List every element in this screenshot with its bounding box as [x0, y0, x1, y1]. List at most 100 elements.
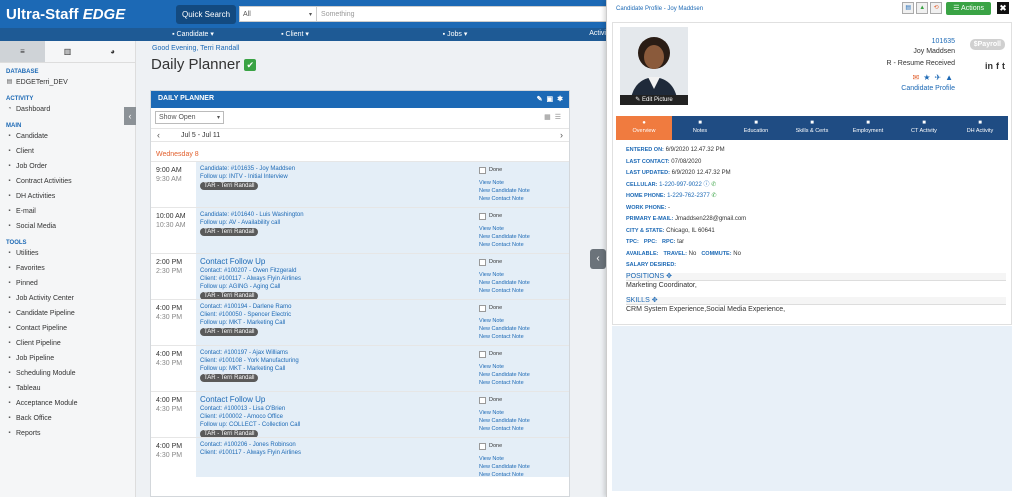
expand-icon[interactable]: ✥	[666, 273, 672, 280]
appointment-link[interactable]: MKT - Marketing Call	[229, 366, 285, 372]
view-note-link[interactable]: View Note	[479, 225, 530, 233]
search-scope-select[interactable]: All ▾	[239, 6, 318, 22]
sidebar-item-job-order[interactable]: ▪ Job Order	[0, 159, 135, 174]
actions-button[interactable]: ☰ Actions	[946, 2, 991, 15]
done-checkbox[interactable]: Done	[479, 166, 530, 174]
appointment-link[interactable]: AGING - Aging Call	[229, 284, 281, 290]
linkedin-icon[interactable]: in	[985, 61, 993, 71]
nav-candidate[interactable]: ▪ Candidate ▾	[138, 28, 248, 38]
thumbs-up-icon[interactable]: ▲	[916, 2, 929, 14]
nav-activity[interactable]: Activi	[575, 28, 606, 37]
done-checkbox[interactable]: Done	[479, 396, 530, 404]
sidebar-item-reports[interactable]: ▪ Reports	[0, 426, 135, 441]
appointment-link[interactable]: #101635 - Joy Maddsen	[231, 166, 295, 172]
appointment-link[interactable]: #100194 - Darlene Ramo	[224, 304, 291, 310]
twitter-icon[interactable]: t	[1002, 61, 1005, 71]
facebook-icon[interactable]: f	[996, 61, 999, 71]
appointment-link[interactable]: #100207 - Owen Fitzgerald	[224, 268, 296, 274]
payroll-badge[interactable]: $Payroll	[969, 39, 1005, 50]
new-candidate-note-link[interactable]: New Candidate Note	[479, 463, 530, 471]
appointment-link[interactable]: #100108 - York Manufacturing	[219, 358, 299, 364]
tab-employment[interactable]: ■ Employment	[840, 116, 896, 140]
appointment-link[interactable]: #101640 - Luis Washington	[231, 212, 304, 218]
candidate-profile-link[interactable]: Candidate Profile	[901, 85, 955, 92]
collapse-sidebar-icon[interactable]: ‹	[124, 107, 136, 125]
phone-icon[interactable]: ✆	[711, 193, 716, 199]
view-note-link[interactable]: View Note	[479, 363, 530, 371]
edit-icon[interactable]: ✎	[537, 95, 543, 103]
calendar-icon[interactable]: ▣	[547, 95, 554, 103]
done-checkbox[interactable]: Done	[479, 442, 530, 450]
bar-chart-icon[interactable]: ▥	[45, 41, 90, 62]
sidebar-item-dashboard[interactable]: ◔ Dashboard	[0, 102, 135, 117]
sidebar-item-candidate-pipeline[interactable]: ▪ Candidate Pipeline	[0, 306, 135, 321]
done-checkbox[interactable]: Done	[479, 304, 530, 312]
sidebar-item-job-pipeline[interactable]: ▪ Job Pipeline	[0, 351, 135, 366]
new-contact-note-link[interactable]: New Contact Note	[479, 425, 530, 433]
view-note-link[interactable]: View Note	[479, 409, 530, 417]
sidebar-item-client[interactable]: ▪ Client	[0, 144, 135, 159]
phone-icon[interactable]: ✆	[711, 182, 716, 188]
appointment-link[interactable]: INTV - Initial Interview	[229, 174, 288, 180]
new-candidate-note-link[interactable]: New Candidate Note	[479, 325, 530, 333]
new-contact-note-link[interactable]: New Contact Note	[479, 379, 530, 387]
nav-jobs[interactable]: ▪ Jobs ▾	[420, 28, 490, 38]
sidebar-item-social-media[interactable]: ▪ Social Media	[0, 219, 135, 234]
candidate-id[interactable]: 101635	[932, 38, 955, 45]
sidebar-item-pinned[interactable]: ▪ Pinned	[0, 276, 135, 291]
sidebar-item-contract-activities[interactable]: ▪ Contract Activities	[0, 174, 135, 189]
tab-notes[interactable]: ■ Notes	[672, 116, 728, 140]
sidebar-item-dh-activities[interactable]: ▪ DH Activities	[0, 189, 135, 204]
appointment-link[interactable]: COLLECT - Collection Call	[229, 422, 300, 428]
quick-search-button[interactable]: Quick Search	[176, 4, 237, 24]
thumbs-up-icon[interactable]: ▲	[945, 73, 953, 82]
appointment-link[interactable]: AV - Availability call	[229, 220, 280, 226]
appointment-link[interactable]: #100117 - Always Flyin Airlines	[219, 276, 301, 282]
new-contact-note-link[interactable]: New Contact Note	[479, 195, 530, 203]
refresh-icon[interactable]: ⟲	[930, 2, 943, 14]
sidebar-item-acceptance-module[interactable]: ▪ Acceptance Module	[0, 396, 135, 411]
chevron-right-icon[interactable]: ›	[560, 130, 563, 140]
tab-overview[interactable]: ● Overview	[616, 116, 672, 140]
menu-icon[interactable]: ≡	[0, 41, 45, 62]
sidebar-item-client-pipeline[interactable]: ▪ Client Pipeline	[0, 336, 135, 351]
close-icon[interactable]: ✖	[997, 2, 1009, 14]
brand-logo[interactable]: Ultra-Staff EDGE	[0, 6, 172, 23]
new-contact-note-link[interactable]: New Contact Note	[479, 471, 530, 479]
new-candidate-note-link[interactable]: New Candidate Note	[479, 279, 530, 287]
view-note-link[interactable]: View Note	[479, 317, 530, 325]
info-icon[interactable]: ⓘ	[704, 182, 710, 188]
done-checkbox[interactable]: Done	[479, 350, 530, 358]
new-candidate-note-link[interactable]: New Candidate Note	[479, 187, 530, 195]
new-candidate-note-link[interactable]: New Candidate Note	[479, 417, 530, 425]
view-note-link[interactable]: View Note	[479, 455, 530, 463]
pin-icon[interactable]: ✈	[934, 73, 941, 82]
sidebar-item-back-office[interactable]: ▪ Back Office	[0, 411, 135, 426]
done-checkbox[interactable]: Done	[479, 212, 530, 220]
sidebar-item-candidate[interactable]: ▪ Candidate	[0, 129, 135, 144]
email-value[interactable]: Jmaddsen228@gmail.com	[675, 216, 746, 222]
sidebar-item-scheduling-module[interactable]: ▪ Scheduling Module	[0, 366, 135, 381]
appointment-link[interactable]: #100206 - Jones Robinson	[224, 442, 296, 448]
sidebar-item-contact-pipeline[interactable]: ▪ Contact Pipeline	[0, 321, 135, 336]
appointment-link[interactable]: #100050 - Spencer Electric	[219, 312, 291, 318]
tab-education[interactable]: ■ Education	[728, 116, 784, 140]
sidebar-item-e-mail[interactable]: ▪ E-mail	[0, 204, 135, 219]
new-candidate-note-link[interactable]: New Candidate Note	[479, 233, 530, 241]
done-checkbox[interactable]: Done	[479, 258, 530, 266]
appointment-link[interactable]: #100117 - Always Flyin Airlines	[219, 450, 301, 456]
gear-icon[interactable]: ✱	[557, 95, 563, 103]
appointment-link[interactable]: #100002 - Amoco Office	[219, 414, 283, 420]
document-icon[interactable]: ▤	[902, 2, 915, 14]
chevron-left-icon[interactable]: ‹	[157, 130, 160, 140]
tab-skills-certs[interactable]: ■ Skills & Certs	[784, 116, 840, 140]
new-candidate-note-link[interactable]: New Candidate Note	[479, 371, 530, 379]
tab-ct-activity[interactable]: ■ CT Activity	[896, 116, 952, 140]
new-contact-note-link[interactable]: New Contact Note	[479, 333, 530, 341]
pie-chart-icon[interactable]: ◕	[90, 41, 135, 62]
star-icon[interactable]: ★	[923, 73, 930, 82]
view-note-link[interactable]: View Note	[479, 179, 530, 187]
tab-dh-activity[interactable]: ■ DH Activity	[952, 116, 1008, 140]
sidebar-item-utilities[interactable]: ▪ Utilities	[0, 246, 135, 261]
new-contact-note-link[interactable]: New Contact Note	[479, 241, 530, 249]
